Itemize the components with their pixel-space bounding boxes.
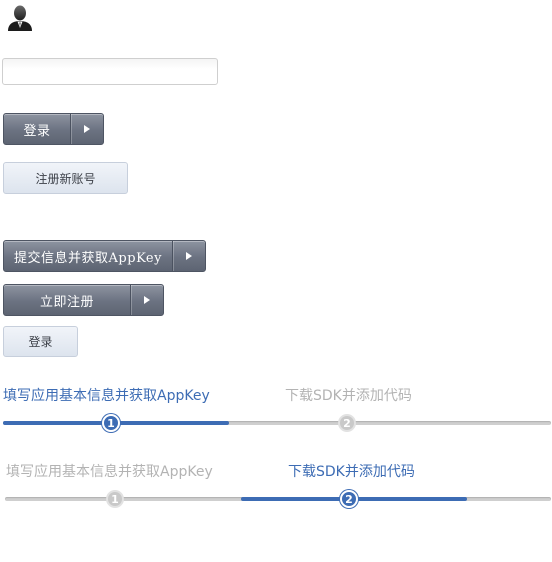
submit-get-appkey-label[interactable]: 提交信息并获取AppKey [4,241,172,271]
play-triangle-icon [186,252,192,260]
login-split-button[interactable]: 登录 [3,113,104,145]
step-2-label[interactable]: 下载SDK并添加代码 [288,461,415,481]
step-1-marker[interactable]: 1 [102,414,120,432]
submit-get-appkey-split-button[interactable]: 提交信息并获取AppKey [3,240,206,272]
register-now-label[interactable]: 立即注册 [4,285,130,315]
login-button[interactable]: 登录 [3,326,78,357]
step-1-marker[interactable]: 1 [106,490,124,508]
step-2-label[interactable]: 下载SDK并添加代码 [285,385,412,405]
play-triangle-icon [144,296,150,304]
login-button-label: 登录 [28,335,53,349]
register-new-account-button[interactable]: 注册新账号 [3,162,128,194]
register-now-dropdown-arrow[interactable] [131,285,163,315]
register-new-account-label: 注册新账号 [35,171,96,186]
step-2-marker[interactable]: 2 [340,490,358,508]
submit-dropdown-arrow[interactable] [173,241,205,271]
step-1-label[interactable]: 填写应用基本信息并获取AppKey [6,461,213,481]
login-button-label[interactable]: 登录 [4,114,70,144]
play-triangle-icon [84,125,90,133]
step-1-label[interactable]: 填写应用基本信息并获取AppKey [3,385,210,405]
username-input[interactable] [2,58,218,85]
login-dropdown-arrow[interactable] [71,114,103,144]
register-now-split-button[interactable]: 立即注册 [3,284,164,316]
step-2-marker[interactable]: 2 [338,414,356,432]
user-avatar-icon [8,5,32,31]
